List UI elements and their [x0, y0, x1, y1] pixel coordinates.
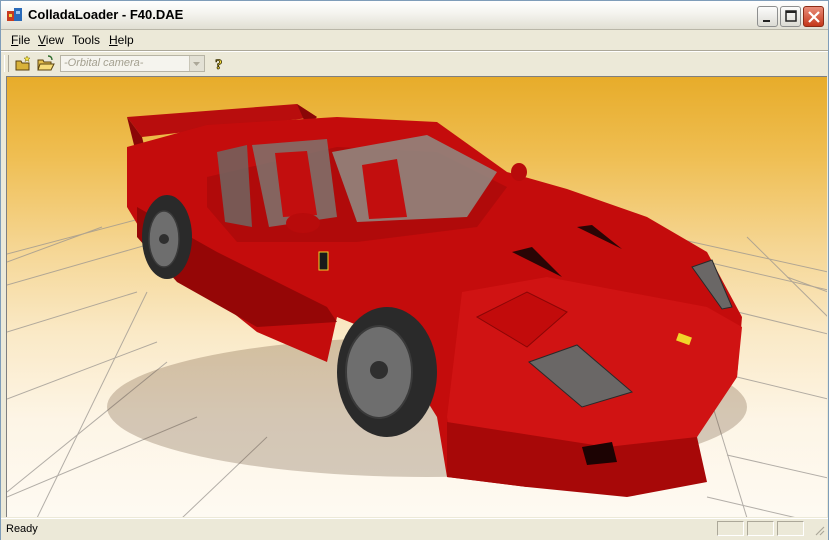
menu-bar: File View Tools Help — [1, 30, 828, 50]
3d-viewport[interactable] — [6, 76, 827, 517]
title-bar[interactable]: ColladaLoader - F40.DAE — [1, 1, 828, 30]
status-pane-1 — [717, 521, 744, 536]
maximize-icon — [785, 10, 797, 22]
status-bar: Ready — [1, 518, 828, 540]
camera-select[interactable]: -Orbital camera- — [60, 55, 205, 72]
app-icon — [7, 8, 22, 21]
menu-help-label: elp — [117, 33, 134, 47]
camera-select-arrow[interactable] — [189, 56, 204, 71]
maximize-button[interactable] — [780, 6, 801, 27]
menu-tools[interactable]: Tools — [72, 33, 100, 47]
scene-render — [7, 104, 827, 517]
front-wheel — [337, 307, 437, 437]
camera-select-value: -Orbital camera- — [64, 57, 144, 69]
resize-grip-icon[interactable] — [813, 524, 825, 536]
close-button[interactable] — [803, 6, 824, 27]
menu-file-label: ile — [18, 33, 31, 47]
svg-text:?: ? — [215, 57, 223, 73]
new-scene-icon — [15, 55, 31, 71]
status-text: Ready — [6, 523, 38, 535]
app-window: ColladaLoader - F40.DAE File View Tools … — [0, 0, 829, 540]
menu-help[interactable]: Help — [109, 33, 134, 47]
menu-file[interactable]: File — [11, 33, 30, 47]
new-scene-button[interactable] — [13, 54, 33, 73]
window-title: ColladaLoader - F40.DAE — [28, 7, 184, 22]
menu-view-label: iew — [45, 33, 64, 47]
menu-view[interactable]: View — [38, 33, 64, 47]
menu-help-mnemonic: H — [109, 33, 118, 47]
toolbar: -Orbital camera- ? — [1, 52, 828, 75]
help-button[interactable]: ? — [210, 54, 230, 74]
status-pane-3 — [777, 521, 804, 536]
side-badge — [318, 251, 329, 271]
help-icon: ? — [215, 57, 223, 74]
toolbar-grip[interactable] — [4, 55, 9, 72]
close-icon — [808, 11, 820, 23]
open-file-button[interactable] — [36, 54, 56, 73]
chevron-down-icon — [193, 62, 200, 66]
status-pane-2 — [747, 521, 774, 536]
side-mirror — [286, 213, 320, 233]
minimize-icon — [763, 20, 770, 22]
rear-wheel — [142, 195, 192, 279]
menu-tools-label: ools — [78, 33, 101, 47]
front-mirror — [511, 163, 527, 181]
menu-view-mnemonic: V — [38, 33, 46, 47]
open-folder-icon — [37, 55, 55, 71]
minimize-button[interactable] — [757, 6, 778, 27]
